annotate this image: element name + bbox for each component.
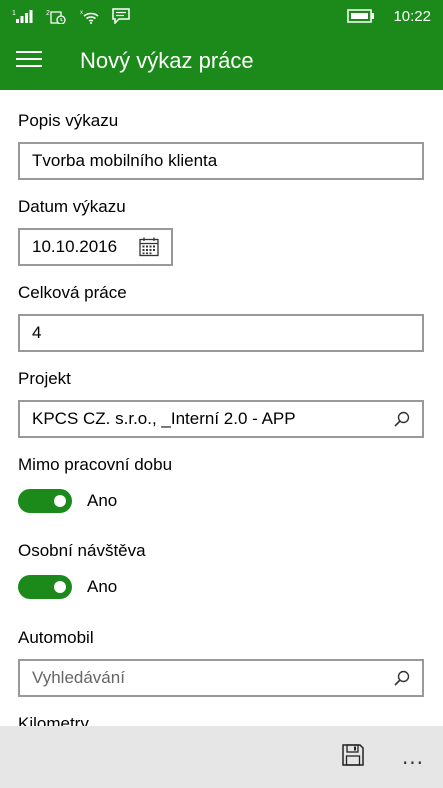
save-icon — [342, 744, 364, 770]
car-placeholder: Vyhledávání — [32, 668, 125, 687]
personal-visit-state: Ano — [87, 577, 118, 596]
description-label: Popis výkazu — [18, 111, 119, 130]
kilometers-label: Kilometry — [18, 714, 89, 726]
date-picker[interactable]: 10.10.2016 — [18, 228, 173, 266]
personal-visit-label: Osobní návštěva — [18, 541, 146, 560]
total-work-value: 4 — [32, 323, 42, 342]
wifi-icon: x — [80, 8, 100, 24]
status-bar: 1 2 x 10:22 — [0, 0, 443, 32]
search-icon[interactable] — [394, 670, 410, 686]
hamburger-menu-button[interactable] — [0, 32, 58, 90]
svg-text:1: 1 — [12, 10, 16, 17]
date-label: Datum výkazu — [18, 197, 126, 216]
outside-hours-label: Mimo pracovní dobu — [18, 455, 173, 474]
toggle-knob — [54, 495, 66, 507]
description-field[interactable]: Tvorba mobilního klienta — [18, 142, 424, 180]
calendar-icon[interactable] — [139, 237, 159, 257]
date-value: 10.10.2016 — [32, 237, 118, 256]
more-button[interactable]: ... — [383, 726, 443, 788]
message-icon — [112, 8, 130, 24]
outside-hours-toggle[interactable] — [18, 489, 72, 513]
project-value: KPCS CZ. s.r.o., _Interní 2.0 - APP — [32, 409, 296, 428]
car-search-field[interactable]: Vyhledávání — [18, 659, 424, 697]
page-title: Nový výkaz práce — [80, 48, 254, 73]
description-value: Tvorba mobilního klienta — [32, 151, 218, 170]
form-content[interactable]: Popis výkazu Tvorba mobilního klienta Da… — [0, 90, 443, 726]
outside-hours-state: Ano — [87, 491, 118, 510]
total-work-label: Celková práce — [18, 283, 127, 302]
search-icon[interactable] — [394, 411, 410, 427]
hamburger-menu-icon — [16, 50, 42, 72]
svg-text:2: 2 — [46, 10, 50, 17]
project-field[interactable]: KPCS CZ. s.r.o., _Interní 2.0 - APP — [18, 400, 424, 438]
command-bar: ... — [0, 726, 443, 788]
personal-visit-toggle[interactable] — [18, 575, 72, 599]
project-label: Projekt — [18, 369, 71, 388]
more-label: ... — [401, 745, 425, 769]
toggle-knob — [54, 581, 66, 593]
signal-bars-icon: 1 — [12, 8, 34, 24]
status-time: 10:22 — [393, 7, 431, 25]
sim2-signal-icon: 2 — [46, 8, 68, 24]
svg-text:x: x — [80, 10, 83, 16]
car-label: Automobil — [18, 628, 94, 647]
total-work-field[interactable]: 4 — [18, 314, 424, 352]
outside-hours-row: Ano — [18, 489, 117, 513]
app-bar: Nový výkaz práce — [0, 32, 443, 90]
battery-icon — [347, 9, 375, 23]
personal-visit-row: Ano — [18, 575, 117, 599]
save-button[interactable] — [323, 726, 383, 788]
